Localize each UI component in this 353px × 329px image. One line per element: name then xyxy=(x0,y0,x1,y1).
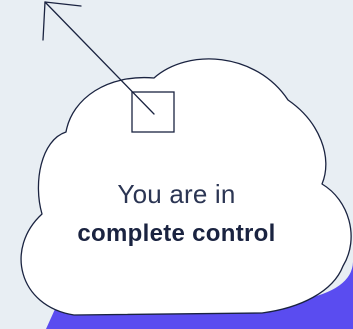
resize-arrow-icon xyxy=(42,1,82,41)
message-line-2: complete control xyxy=(77,220,276,247)
illustration-graphics xyxy=(20,1,353,329)
illustration: You are in complete control xyxy=(0,0,353,329)
message-line-1: You are in xyxy=(117,179,236,209)
